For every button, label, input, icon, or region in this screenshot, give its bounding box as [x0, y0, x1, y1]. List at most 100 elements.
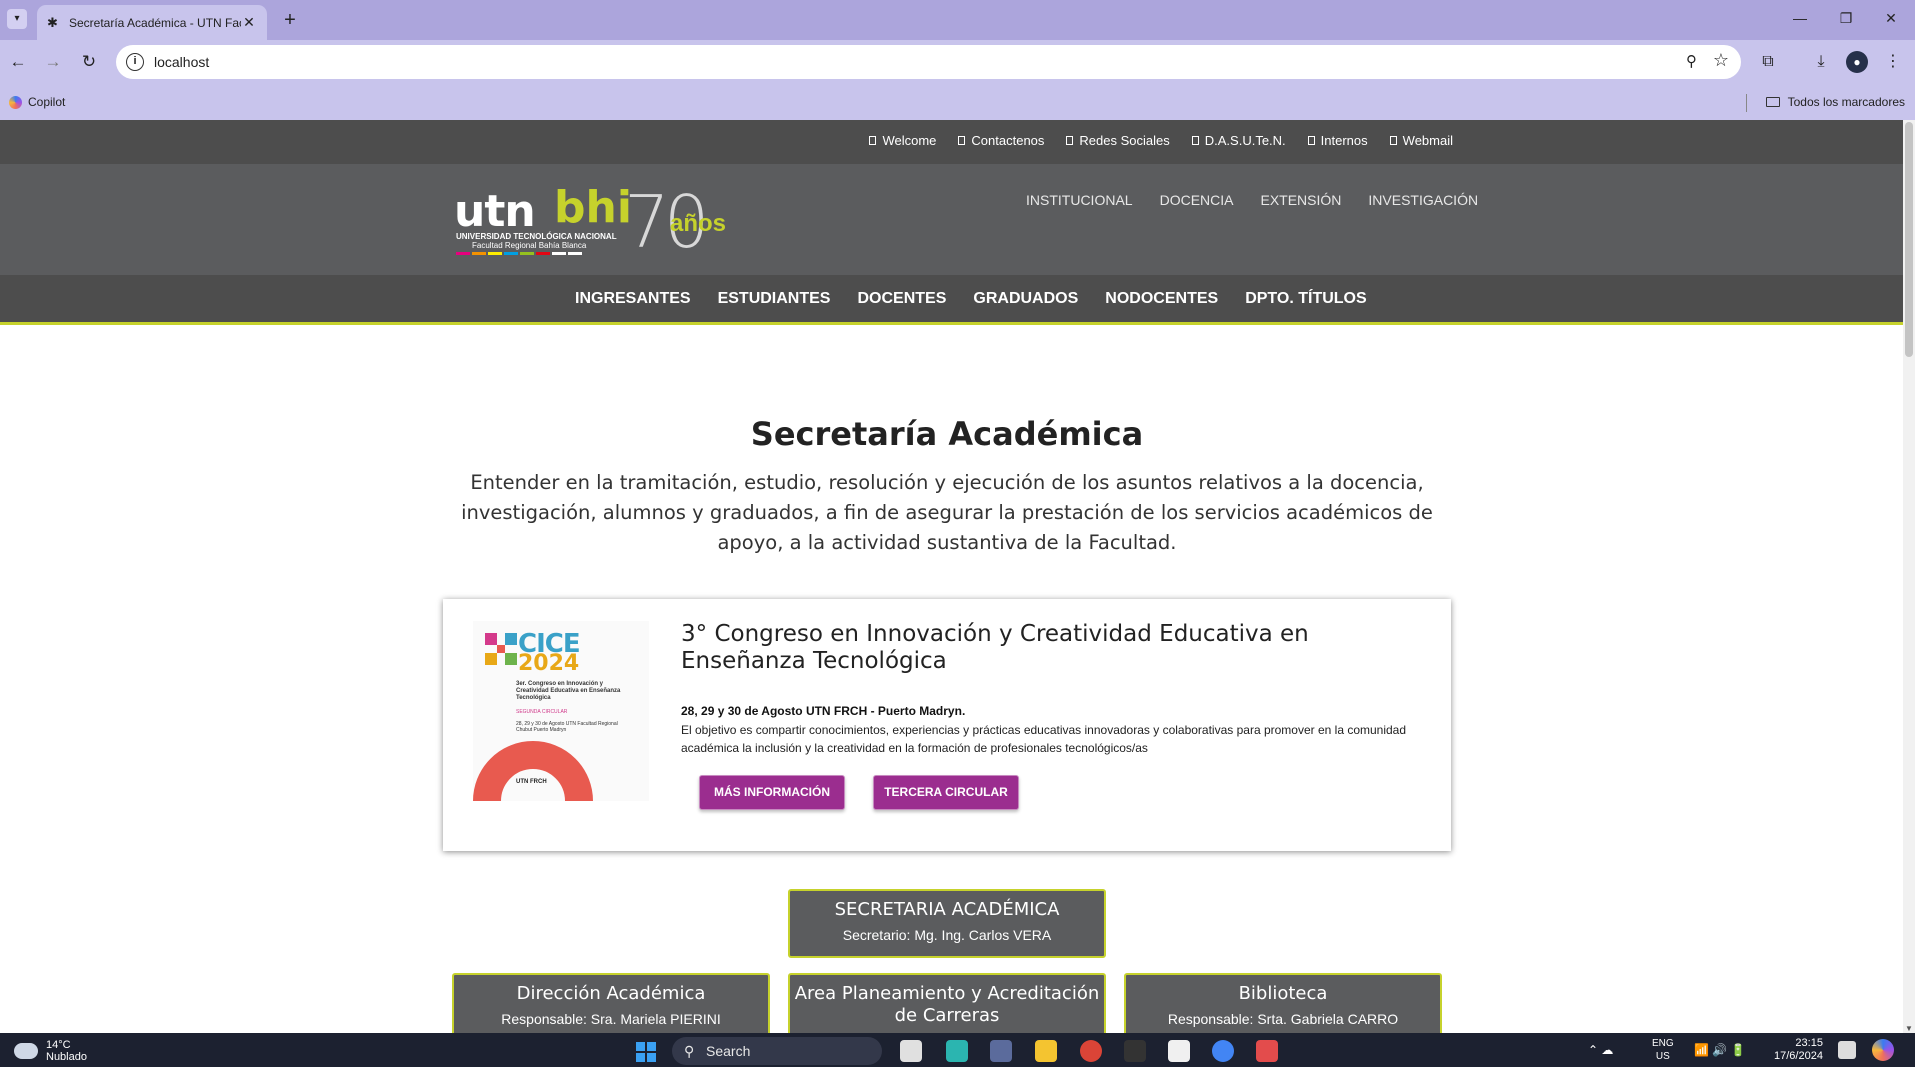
doc-icon [958, 136, 966, 145]
taskbar: 14°C Nublado ⚲ Search ⌃ ☁ ENG US 📶 🔊 🔋 2… [0, 1033, 1915, 1067]
category-nav: INGRESANTES ESTUDIANTES DOCENTES GRADUAD… [0, 275, 1903, 325]
bookmark-copilot[interactable]: Copilot [9, 95, 65, 109]
top-link-welcome[interactable]: Welcome [869, 133, 936, 148]
minimize-icon[interactable]: — [1790, 10, 1810, 26]
nav-ingresantes[interactable]: INGRESANTES [575, 290, 691, 308]
bookmarks-bar: Copilot Todos los marcadores [0, 86, 1915, 120]
extensions-icon[interactable]: ⧉ [1757, 51, 1779, 73]
start-button-icon[interactable] [636, 1042, 656, 1062]
forward-icon[interactable]: → [42, 51, 64, 73]
language-indicator[interactable]: ENG US [1652, 1037, 1674, 1063]
weather-widget[interactable]: 14°C Nublado [14, 1039, 87, 1063]
favicon-icon: ✱ [47, 14, 58, 30]
terminal-icon[interactable] [1124, 1040, 1146, 1062]
reload-icon[interactable]: ↻ [78, 51, 100, 73]
nav-graduados[interactable]: GRADUADOS [973, 290, 1078, 308]
close-window-icon[interactable]: ✕ [1881, 10, 1901, 27]
org-head-box[interactable]: SECRETARIA ACADÉMICA Secretario: Mg. Ing… [788, 889, 1106, 958]
bookmark-copilot-label: Copilot [28, 95, 66, 109]
bookmarks-separator [1746, 94, 1747, 112]
site-info-icon[interactable]: i [126, 53, 144, 71]
org-unit-biblioteca[interactable]: Biblioteca Responsable: Srta. Gabriela C… [1124, 973, 1442, 1033]
nav-nodocentes[interactable]: NODOCENTES [1105, 290, 1218, 308]
event-date-place: 28, 29 y 30 de Agosto UTN FRCH - Puerto … [681, 704, 966, 718]
tab-strip: ▾ ✱ Secretaría Académica - UTN Facultad … [0, 0, 1915, 40]
top-link-contactenos[interactable]: Contactenos [958, 133, 1044, 148]
tab-search-icon[interactable]: ▾ [7, 9, 27, 29]
scrollbar-thumb[interactable] [1905, 122, 1913, 357]
third-circular-button[interactable]: TERCERA CIRCULAR [873, 775, 1019, 810]
org-unit-person: Responsable: Sra. Mariela PIERINI [501, 1011, 721, 1027]
notifications-icon[interactable] [1838, 1041, 1856, 1059]
top-link-webmail[interactable]: Webmail [1389, 133, 1453, 148]
system-tray-icons[interactable]: ⌃ ☁ [1588, 1043, 1613, 1057]
org-unit-planeamiento[interactable]: Area Planeamiento y Acreditación de Carr… [788, 973, 1106, 1033]
active-tab[interactable]: ✱ Secretaría Académica - UTN Facultad Re… [37, 5, 267, 40]
new-tab-icon[interactable]: + [278, 8, 302, 32]
doc-icon [869, 136, 877, 145]
app-red-icon[interactable] [1256, 1040, 1278, 1062]
browser-menu-icon[interactable]: ⋮ [1882, 51, 1904, 73]
nav-docentes[interactable]: DOCENTES [857, 290, 946, 308]
top-link-internos[interactable]: Internos [1307, 133, 1368, 148]
top-link-redes-sociales[interactable]: Redes Sociales [1066, 133, 1170, 148]
clock-time: 23:15 [1795, 1037, 1823, 1049]
nav-dpto-titulos[interactable]: DPTO. TÍTULOS [1245, 290, 1366, 308]
app-icon[interactable] [946, 1040, 968, 1062]
org-unit-title: Biblioteca [1238, 983, 1328, 1004]
clock[interactable]: 23:15 17/6/2024 [1774, 1037, 1823, 1063]
task-view-icon[interactable] [900, 1040, 922, 1062]
nav-investigacion[interactable]: INVESTIGACIÓN [1368, 192, 1478, 208]
copilot-icon [9, 95, 22, 109]
logo-color-stripes [456, 252, 582, 255]
lang-region: US [1655, 1051, 1670, 1062]
network-volume-battery-icons[interactable]: 📶 🔊 🔋 [1694, 1043, 1746, 1057]
poster-circular: SEGUNDA CIRCULAR [516, 709, 568, 715]
org-unit-direccion[interactable]: Dirección Académica Responsable: Sra. Ma… [452, 973, 770, 1033]
back-icon[interactable]: ← [7, 51, 29, 73]
org-unit-title: Dirección Académica [516, 983, 706, 1004]
tab-title: Secretaría Académica - UTN Facultad Regi… [69, 15, 241, 30]
bookmark-star-icon[interactable]: ☆ [1713, 50, 1729, 71]
poster-arc-graphic [473, 741, 593, 801]
linux-icon[interactable] [1168, 1040, 1190, 1062]
url-text[interactable]: localhost [154, 54, 209, 70]
widgets-icon[interactable] [990, 1040, 1012, 1062]
site-logo[interactable]: utn bhi UNIVERSIDAD TECNOLÓGICA NACIONAL… [454, 180, 744, 264]
more-info-button[interactable]: MÁS INFORMACIÓN [699, 775, 845, 810]
search-icon: ⚲ [684, 1043, 695, 1059]
restore-icon[interactable]: ❐ [1836, 10, 1856, 27]
org-head-title: SECRETARIA ACADÉMICA [834, 899, 1060, 920]
chrome-icon[interactable] [1080, 1040, 1102, 1062]
downloads-icon[interactable]: ⤓ [1810, 51, 1832, 73]
folder-icon [1765, 97, 1780, 107]
page-description: Entender en la tramitación, estudio, res… [461, 471, 1433, 554]
weather-temp: 14°C [46, 1039, 71, 1051]
event-poster[interactable]: CICE 2024 3er. Congreso en Innovación y … [473, 621, 649, 801]
poster-title: 3er. Congreso en Innovación y Creativida… [516, 681, 621, 701]
doc-icon [1066, 136, 1074, 145]
nav-docencia[interactable]: DOCENCIA [1160, 192, 1234, 208]
doc-icon [1307, 136, 1315, 145]
main-nav: INSTITUCIONAL DOCENCIA EXTENSIÓN INVESTI… [1026, 192, 1478, 208]
page-viewport: Welcome Contactenos Redes Sociales D.A.S… [0, 120, 1903, 1033]
address-bar[interactable]: i localhost ⚲ ☆ [116, 45, 1741, 79]
file-explorer-icon[interactable] [1035, 1040, 1057, 1062]
nav-estudiantes[interactable]: ESTUDIANTES [718, 290, 831, 308]
poster-footer: UTN FRCH [516, 779, 547, 785]
top-link-dasuten[interactable]: D.A.S.U.Te.N. [1191, 133, 1286, 148]
weather-condition: Nublado [46, 1051, 87, 1063]
chrome-alt-icon[interactable] [1212, 1040, 1234, 1062]
zoom-icon[interactable]: ⚲ [1686, 52, 1697, 70]
page-scrollbar[interactable]: ▲ ▼ [1903, 120, 1915, 1033]
doc-icon [1191, 136, 1199, 145]
nav-institucional[interactable]: INSTITUCIONAL [1026, 192, 1133, 208]
all-bookmarks-button[interactable]: Todos los marcadores [1765, 95, 1905, 109]
copilot-taskbar-icon[interactable] [1872, 1039, 1894, 1061]
profile-avatar[interactable]: ● [1846, 51, 1868, 73]
org-unit-title: Area Planeamiento y Acreditación de Carr… [794, 983, 1100, 1026]
close-tab-icon[interactable]: ✕ [241, 14, 257, 31]
scroll-down-icon[interactable]: ▼ [1905, 1024, 1913, 1033]
nav-extension[interactable]: EXTENSIÓN [1260, 192, 1341, 208]
taskbar-search[interactable]: ⚲ Search [672, 1037, 882, 1065]
